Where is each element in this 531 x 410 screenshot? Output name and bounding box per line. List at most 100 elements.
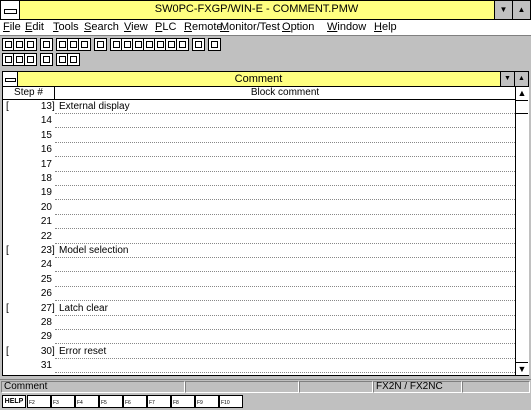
comment-row[interactable]: [] 30 Error reset [3,345,515,359]
comment-row[interactable]: 21 [3,215,515,230]
menu-view[interactable]: View [124,21,148,33]
step-bracket-close: ] [52,245,55,256]
save-file-icon[interactable] [24,38,37,51]
step-number: 13 [40,101,52,112]
minimize-button[interactable]: ▼ [494,1,512,19]
comment-view-icon[interactable] [40,53,53,66]
help-key-button[interactable]: HELP [2,395,26,408]
step-number: 23 [40,245,52,256]
comment-row[interactable]: 31 [3,359,515,374]
child-maximize-button[interactable]: ▲ [514,72,528,86]
menu-edit[interactable]: Edit [25,21,44,33]
comment-window-title-bar: Comment ▼ ▲ [3,72,528,87]
step-number: 20 [40,201,52,213]
maximize-button[interactable]: ▲ [512,1,530,19]
zoom-icon[interactable] [192,38,205,51]
menu-file[interactable]: File [3,21,21,33]
comment-row[interactable]: [] 13 External display [3,100,515,114]
find-icon[interactable] [176,38,189,51]
status-plc-type: FX2N / FX2NC [373,381,462,393]
menu-window[interactable]: Window [327,21,366,33]
step-bracket-open: [ [6,345,9,357]
scroll-thumb[interactable] [516,100,528,114]
menu-tools[interactable]: Tools [53,21,79,33]
comment-window: Comment ▼ ▲ Step # Block comment [] 13 Ext… [2,71,529,376]
menu-bar: File Edit Tools Search View PLC Remote Monitor/… [0,20,531,36]
function-key-bar: HELP F2 F3 F4 F5 F6 F7 F8 F9 F10 [2,395,272,408]
block-comment-text: Latch clear [59,302,108,314]
menu-monitor-test[interactable]: Monitor/Test [220,21,280,33]
table-header: Step # Block comment [3,87,515,100]
function-key-f2[interactable]: F2 [27,395,51,408]
step-bracket-close: ] [52,101,55,112]
comment-row[interactable]: 24 [3,258,515,273]
function-key-f6[interactable]: F6 [123,395,147,408]
function-key-f8[interactable]: F8 [171,395,195,408]
print-icon[interactable] [40,38,53,51]
comment-window-title: Comment [234,73,283,85]
comment-row[interactable]: 17 [3,158,515,172]
step-bracket-close: ] [52,345,55,357]
function-key-f4[interactable]: F4 [75,395,99,408]
menu-option[interactable]: Option [282,21,314,33]
function-key-f9[interactable]: F9 [195,395,219,408]
function-key-f7[interactable]: F7 [147,395,171,408]
block-comment-text: Model selection [59,245,129,256]
row-separator [55,372,515,374]
block-comment-column-header: Block comment [250,87,320,98]
step-bracket-open: [ [6,245,9,256]
step-number: 16 [40,144,52,156]
function-key-f3[interactable]: F3 [51,395,75,408]
step-number: 25 [40,273,52,285]
comment-row[interactable]: 19 [3,186,515,201]
comment-row[interactable]: 22 [3,230,515,244]
comment-row[interactable]: 20 [3,201,515,215]
main-toolbar [2,38,272,52]
scroll-down-icon[interactable]: ▼ [516,362,528,375]
print-setup-icon[interactable] [94,38,107,51]
comment-row[interactable]: 26 [3,287,515,302]
child-minimize-button[interactable]: ▼ [500,72,514,86]
status-bar: Comment FX2N / FX2NC [0,379,531,393]
comment-row[interactable]: 15 [3,129,515,143]
comment-row[interactable]: 18 [3,172,515,186]
help-icon[interactable] [208,38,221,51]
step-number: 27 [40,302,52,314]
step-number: 15 [40,129,52,141]
comment-row[interactable]: 14 [3,114,515,129]
sfc-view-icon[interactable] [24,53,37,66]
menu-help[interactable]: Help [374,21,397,33]
vertical-scrollbar[interactable]: ▲ ▼ [515,87,529,375]
step-bracket-open: [ [6,302,9,314]
comment-row[interactable]: [] 23 Model selection [3,244,515,258]
status-mode: Comment [1,381,185,393]
step-bracket-open: [ [6,101,9,112]
step-number: 22 [40,230,52,242]
status-cell-5 [462,381,530,393]
step-bracket-close: ] [52,302,55,314]
comment-row[interactable]: 25 [3,273,515,287]
comment-row[interactable]: 29 [3,330,515,345]
step-number: 29 [40,331,52,343]
comment-list: [] 13 External display 14 15 16 17 18 19 20 21 22 []… [3,100,515,375]
scroll-up-icon[interactable]: ▲ [516,87,528,99]
step-number: 18 [40,173,52,184]
step-number: 30 [40,345,52,357]
monitor-view-icon[interactable] [67,53,80,66]
menu-plc[interactable]: PLC [155,21,176,33]
step-number: 17 [40,158,52,170]
comment-row[interactable]: [] 27 Latch clear [3,302,515,316]
step-number: 14 [40,115,52,127]
paste-icon[interactable] [78,38,91,51]
menu-search[interactable]: Search [84,21,119,33]
comment-row[interactable]: 16 [3,143,515,158]
system-menu-icon[interactable] [1,1,20,19]
step-number: 24 [40,259,52,271]
child-system-menu-icon[interactable] [3,72,18,86]
menu-remote[interactable]: Remote [184,21,223,33]
comment-row[interactable]: 28 [3,316,515,330]
function-key-f10[interactable]: F10 [219,395,243,408]
app-title-bar: SW0PC-FXGP/WIN-E - COMMENT.PMW ▼ ▲ [0,0,531,20]
function-key-f5[interactable]: F5 [99,395,123,408]
step-number: 21 [40,216,52,228]
